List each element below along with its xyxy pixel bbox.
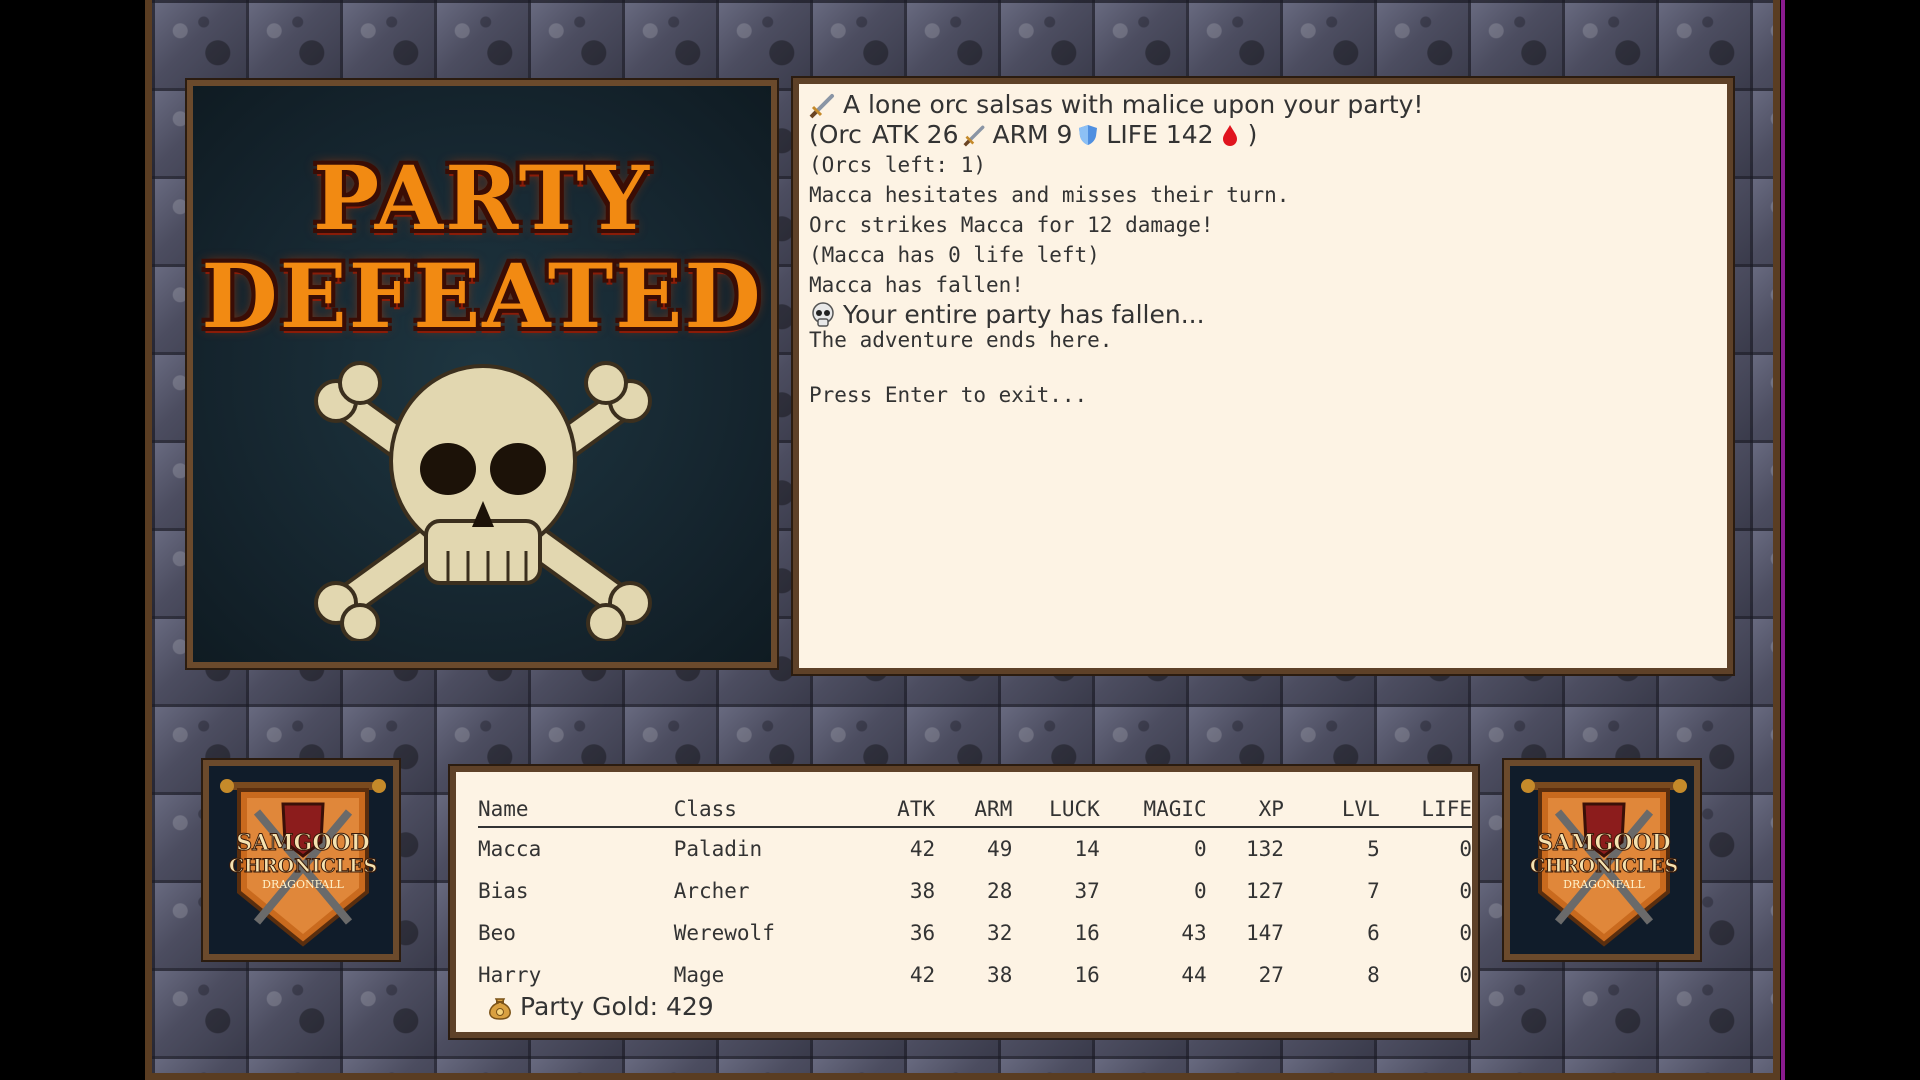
combat-log-panel: A lone orc salsas with malice upon your …: [791, 76, 1735, 676]
cell-luck: 37: [1074, 879, 1100, 903]
orc-arm-text: ARM 9: [992, 120, 1073, 149]
blood-drop-icon: [1222, 125, 1237, 146]
log-hesitate: Macca hesitates and misses their turn.: [809, 183, 1290, 207]
cell-xp: 27: [1258, 963, 1284, 987]
cell-arm: 28: [987, 879, 1013, 903]
game-logo-icon: SAMGOOD CHRONICLES DRAGONFALL: [1521, 779, 1687, 947]
table-row: Beo Werewolf 36 32 16 43 147 6 0: [478, 912, 1472, 954]
cell-xp: 127: [1245, 879, 1284, 903]
cell-magic: 0: [1194, 837, 1207, 861]
skull-icon: [812, 302, 834, 327]
sword-icon: [963, 125, 984, 147]
party-gold: Party Gold: 429: [486, 992, 714, 1021]
cell-atk: 42: [909, 837, 936, 861]
cell-luck: 14: [1074, 837, 1100, 861]
banner-title-line2: CHRONICLES: [1530, 855, 1678, 877]
cell-life: 0: [1459, 963, 1472, 987]
banner-title-line2: CHRONICLES: [229, 855, 377, 877]
cell-arm: 38: [987, 963, 1013, 987]
header-lvl: LVL: [1283, 792, 1380, 828]
banner-title-line1: SAMGOOD: [236, 830, 370, 856]
defeat-title-line2: DEFEATED: [201, 244, 763, 348]
party-gold-text: Party Gold: 429: [520, 992, 714, 1021]
table-row: Macca Paladin 42 49 14 0 132 5 0: [478, 827, 1472, 870]
log-orc-stats-line: (Orc ATK 26 ARM 9 LIFE 142 ): [809, 120, 1717, 150]
cell-arm: 49: [987, 837, 1013, 861]
sword-icon: [809, 94, 834, 119]
log-life-left: (Macca has 0 life left): [809, 243, 1100, 267]
skull-crossbones-icon: [314, 361, 652, 641]
party-stats-panel: Name Class ATK ARM LUCK MAGIC XP LVL LIF…: [448, 764, 1480, 1040]
party-stats-table: Name Class ATK ARM LUCK MAGIC XP LVL LIF…: [478, 792, 1472, 996]
cell-luck: 16: [1074, 921, 1100, 945]
money-bag-icon: [489, 997, 511, 1020]
log-adventure-ends: The adventure ends here.: [809, 328, 1113, 352]
cell-name: Macca: [478, 837, 542, 861]
cell-luck: 16: [1074, 963, 1100, 987]
exit-prompt: Press Enter to exit...: [809, 383, 1088, 407]
cell-magic: 43: [1181, 921, 1207, 945]
log-strike: Orc strikes Macca for 12 damage!: [809, 213, 1214, 237]
cell-atk: 42: [909, 963, 936, 987]
orc-open-text: (Orc: [809, 120, 862, 149]
orc-atk-text: ATK 26: [871, 120, 959, 149]
encounter-text: A lone orc salsas with malice upon your …: [843, 90, 1424, 119]
party-defeated-panel: PARTY DEFEATED: [185, 78, 779, 670]
header-magic: MAGIC: [1099, 792, 1207, 828]
banner-title-line1: SAMGOOD: [1537, 830, 1671, 856]
header-luck: LUCK: [1012, 792, 1100, 828]
table-row: Harry Mage 42 38 16 44 27 8 0: [478, 954, 1472, 996]
cell-name: Harry: [478, 963, 542, 987]
cell-xp: 147: [1245, 921, 1284, 945]
header-arm: ARM: [935, 792, 1013, 828]
header-class: Class: [673, 792, 858, 828]
header-xp: XP: [1206, 792, 1284, 828]
cell-atk: 36: [909, 921, 936, 945]
cell-lvl: 5: [1367, 837, 1380, 861]
defeat-title-line1: PARTY: [313, 146, 651, 250]
table-row: Bias Archer 38 28 37 0 127 7 0: [478, 870, 1472, 912]
cell-class: Paladin: [673, 837, 763, 861]
log-party-fallen-line: Your entire party has fallen...: [809, 300, 1717, 330]
cell-xp: 132: [1245, 837, 1284, 861]
cell-lvl: 8: [1367, 963, 1380, 987]
stats-header-row: Name Class ATK ARM LUCK MAGIC XP LVL LIF…: [478, 792, 1472, 828]
window-edge: [1781, 0, 1785, 1080]
game-logo-banner-right: SAMGOOD CHRONICLES DRAGONFALL: [1502, 758, 1702, 962]
header-name: Name: [478, 792, 674, 828]
log-fallen: Macca has fallen!: [809, 273, 1024, 297]
cell-life: 0: [1459, 837, 1472, 861]
banner-subtitle: DRAGONFALL: [262, 878, 344, 891]
cell-life: 0: [1459, 879, 1472, 903]
cell-atk: 38: [909, 879, 936, 903]
party-fallen-text: Your entire party has fallen...: [843, 300, 1205, 329]
cell-class: Archer: [673, 879, 750, 903]
orc-close-text: ): [1247, 120, 1258, 149]
log-encounter-line: A lone orc salsas with malice upon your …: [809, 90, 1717, 120]
shield-icon: [1079, 125, 1098, 145]
cell-magic: 44: [1181, 963, 1207, 987]
banner-subtitle: DRAGONFALL: [1563, 878, 1645, 891]
game-logo-icon: SAMGOOD CHRONICLES DRAGONFALL: [220, 779, 386, 947]
header-life: LIFE: [1379, 792, 1472, 828]
log-orcs-left: (Orcs left: 1): [809, 153, 987, 177]
cell-name: Beo: [478, 921, 516, 945]
cell-name: Bias: [478, 879, 529, 903]
cell-class: Mage: [673, 963, 725, 987]
cell-class: Werewolf: [673, 921, 775, 945]
orc-life-text: LIFE 142: [1106, 120, 1214, 149]
header-atk: ATK: [857, 792, 936, 828]
cell-life: 0: [1459, 921, 1472, 945]
cell-magic: 0: [1194, 879, 1207, 903]
game-logo-banner-left: SAMGOOD CHRONICLES DRAGONFALL: [201, 758, 401, 962]
cell-lvl: 7: [1367, 879, 1380, 903]
cell-arm: 32: [987, 921, 1013, 945]
cell-lvl: 6: [1367, 921, 1380, 945]
